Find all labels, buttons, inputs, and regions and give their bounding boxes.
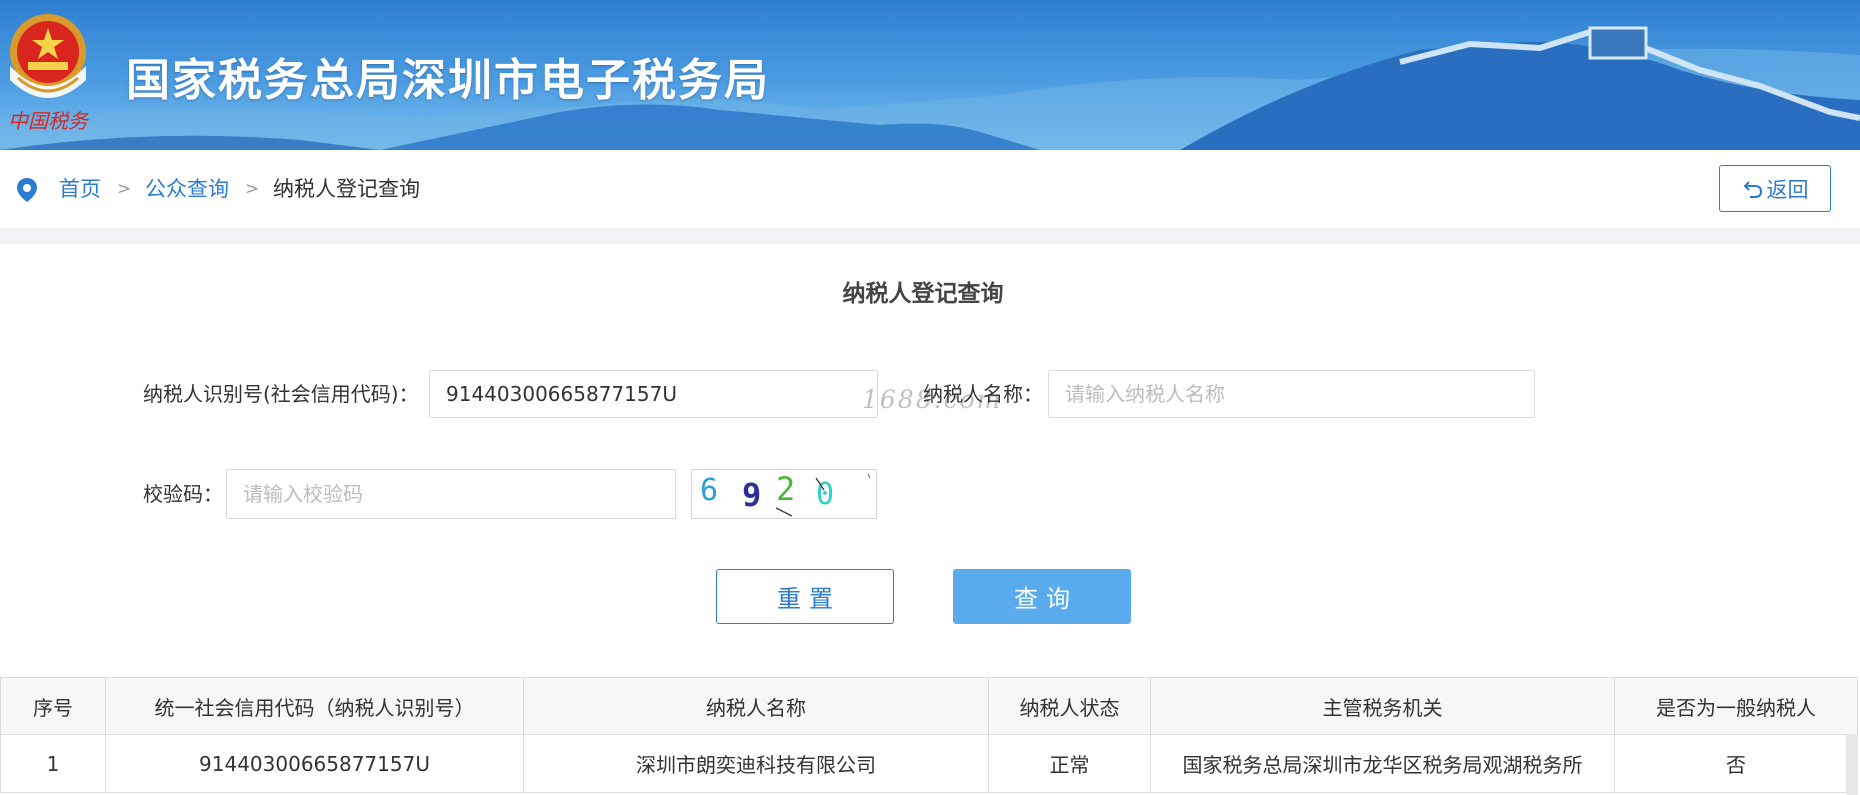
form-title: 纳税人登记查询 [842,281,1004,307]
column-header-index: 序号 [0,677,106,735]
section-divider [0,228,1860,244]
breadcrumb-home-link[interactable]: 首页 [59,176,101,202]
breadcrumb-separator: > [117,179,132,199]
table-row: 1 91440300665877157U 深圳市朗奕迪科技有限公司 正常 国家税… [0,734,1858,793]
return-arrow-icon [1743,180,1762,198]
breadcrumb-separator: > [245,179,260,199]
table-scrollbar[interactable] [1846,734,1858,795]
back-button[interactable]: 返回 [1719,165,1831,212]
captcha-char: 2 [776,470,795,508]
results-table: 序号 统一社会信用代码（纳税人识别号） 纳税人名称 纳税人状态 主管税务机关 是… [0,677,1858,793]
breadcrumb-public-query-link[interactable]: 公众查询 [145,176,229,202]
captcha-image[interactable]: 6 9 2 0 [691,469,877,519]
svg-text:中国税务: 中国税务 [8,109,90,133]
query-button[interactable]: 查询 [953,569,1131,624]
captcha-label: 校验码： [143,482,223,506]
captcha-char: 6 [700,473,718,508]
column-header-status: 纳税人状态 [988,677,1151,735]
emblem-icon: 中国税务 [8,14,90,133]
column-header-general-taxpayer: 是否为一般纳税人 [1614,677,1858,735]
header-banner: 中国税务 国家税务总局深圳市电子税务局 [0,0,1860,150]
taxpayer-id-label: 纳税人识别号(社会信用代码)： [143,382,419,406]
breadcrumb-current: 纳税人登记查询 [273,177,420,201]
location-pin-icon [17,178,37,202]
table-header-row: 序号 统一社会信用代码（纳税人识别号） 纳税人名称 纳税人状态 主管税务机关 是… [0,677,1858,735]
taxpayer-name-input[interactable] [1048,370,1535,418]
captcha-input[interactable] [226,469,676,519]
captcha-char: 9 [742,476,761,514]
cell-taxpayer-name: 深圳市朗奕迪科技有限公司 [523,734,989,793]
cell-index: 1 [0,734,106,793]
breadcrumb: 首页 > 公众查询 > 纳税人登记查询 [0,150,1860,229]
cell-status: 正常 [988,734,1151,793]
site-title: 国家税务总局深圳市电子税务局 [126,55,770,106]
taxpayer-id-input[interactable] [429,370,878,418]
cell-tax-authority: 国家税务总局深圳市龙华区税务局观湖税务所 [1150,734,1615,793]
back-button-label: 返回 [1766,177,1809,202]
column-header-taxpayer-name: 纳税人名称 [523,677,989,735]
column-header-tax-authority: 主管税务机关 [1150,677,1615,735]
cell-general-taxpayer: 否 [1614,734,1858,793]
reset-button[interactable]: 重置 [716,569,894,624]
cell-credit-code: 91440300665877157U [105,734,524,793]
taxpayer-name-label: 纳税人名称： [923,382,1043,406]
column-header-credit-code: 统一社会信用代码（纳税人识别号） [105,677,524,735]
